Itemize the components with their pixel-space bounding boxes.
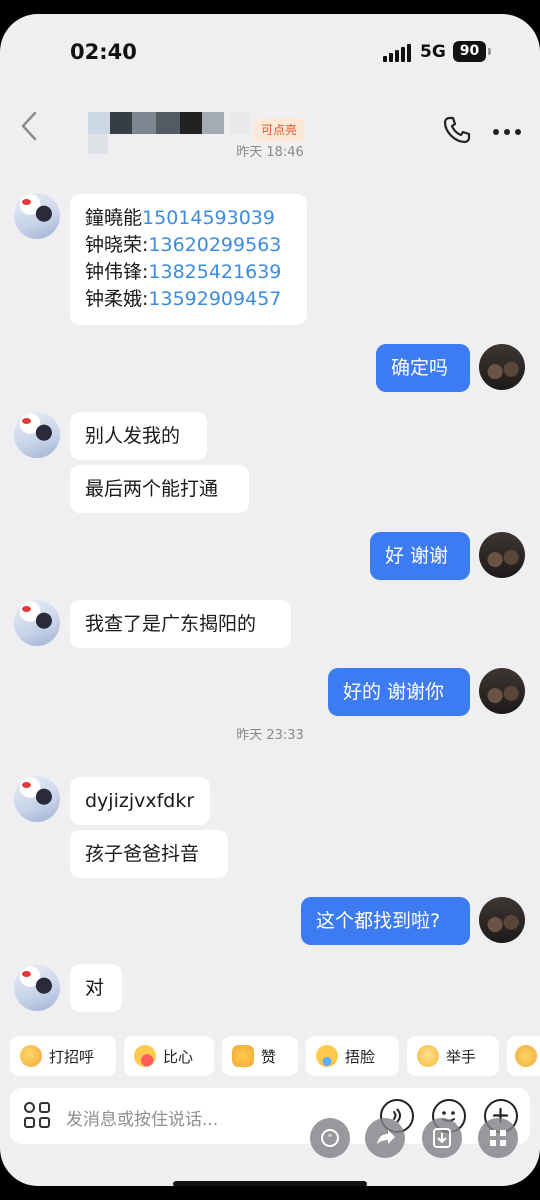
contacts-message-bubble[interactable]: 鐘曉能15014593039 钟晓荣:13620299563 钟伟锋:13825… (70, 194, 307, 325)
quick-reply-chip[interactable]: 举手 (407, 1036, 499, 1076)
contact-line: 钟伟锋:13825421639 (85, 261, 282, 283)
quick-reply-chip[interactable]: 赞 (222, 1036, 298, 1076)
emoji-icon (515, 1045, 537, 1067)
follow-tag[interactable]: 可点亮 (253, 118, 306, 142)
raise-hand-emoji-icon (417, 1045, 439, 1067)
message-input[interactable]: 发消息或按住说话... (66, 1105, 218, 1130)
message-bubble-incoming[interactable]: dyjizjvxfdkr (70, 777, 210, 825)
contact-avatar[interactable] (14, 412, 60, 458)
battery-icon: 90 (453, 41, 486, 62)
my-avatar[interactable] (479, 532, 525, 578)
quick-reply-chip[interactable]: 捂脸 (306, 1036, 399, 1076)
quick-reply-chip-partial[interactable] (507, 1036, 540, 1076)
thumbs-up-emoji-icon (232, 1045, 254, 1067)
forward-overlay-icon[interactable] (365, 1118, 405, 1158)
contact-avatar[interactable] (14, 600, 60, 646)
home-indicator[interactable] (173, 1181, 367, 1186)
facepalm-emoji-icon (316, 1045, 338, 1067)
svg-text:": " (327, 1132, 332, 1145)
message-bubble-incoming[interactable]: 我查了是广东揭阳的 (70, 600, 291, 648)
message-bubble-incoming[interactable]: 孩子爸爸抖音 (70, 830, 228, 878)
quick-reply-chip[interactable]: 打招呼 (10, 1036, 116, 1076)
my-avatar[interactable] (479, 668, 525, 714)
contact-line: 钟柔娥:13592909457 (85, 288, 282, 310)
status-time: 02:40 (70, 40, 137, 64)
quote-overlay-icon[interactable]: " (310, 1118, 350, 1158)
quick-reply-chip[interactable]: 比心 (124, 1036, 214, 1076)
signal-icon (383, 44, 411, 62)
timestamp: 昨天 23:33 (236, 728, 304, 743)
message-bubble-outgoing[interactable]: 这个都找到啦? (301, 897, 470, 945)
chat-screen: 02:40 5G 90 可点亮 昨天 18:46 鐘曉能15014593039 … (0, 14, 540, 1186)
back-chevron-icon[interactable] (18, 109, 42, 143)
wave-emoji-icon (20, 1045, 42, 1067)
my-avatar[interactable] (479, 344, 525, 390)
contact-avatar[interactable] (14, 193, 60, 239)
my-avatar[interactable] (479, 897, 525, 943)
message-bubble-incoming[interactable]: 对 (70, 964, 122, 1012)
grid-overlay-icon[interactable] (478, 1118, 518, 1158)
timestamp: 昨天 18:46 (236, 145, 304, 160)
apps-grid-icon[interactable] (24, 1102, 52, 1130)
contact-avatar[interactable] (14, 776, 60, 822)
message-bubble-incoming[interactable]: 别人发我的 (70, 412, 207, 460)
phone-number-link[interactable]: 13620299563 (148, 234, 281, 256)
message-bubble-outgoing[interactable]: 好 谢谢 (370, 532, 470, 580)
phone-number-link[interactable]: 13825421639 (148, 261, 281, 283)
message-bubble-incoming[interactable]: 最后两个能打通 (70, 465, 249, 513)
contact-line: 钟晓荣:13620299563 (85, 234, 282, 256)
phone-number-link[interactable]: 15014593039 (142, 207, 275, 229)
battery-tip (488, 48, 491, 55)
message-bubble-outgoing[interactable]: 确定吗 (376, 344, 470, 392)
network-label: 5G (420, 42, 446, 62)
phone-number-link[interactable]: 13592909457 (148, 288, 281, 310)
save-overlay-icon[interactable] (422, 1118, 462, 1158)
finger-heart-emoji-icon (134, 1045, 156, 1067)
contact-avatar[interactable] (14, 965, 60, 1011)
more-options-icon[interactable] (492, 128, 522, 136)
contact-line: 鐘曉能15014593039 (85, 207, 275, 229)
message-bubble-outgoing[interactable]: 好的 谢谢你 (328, 668, 470, 716)
